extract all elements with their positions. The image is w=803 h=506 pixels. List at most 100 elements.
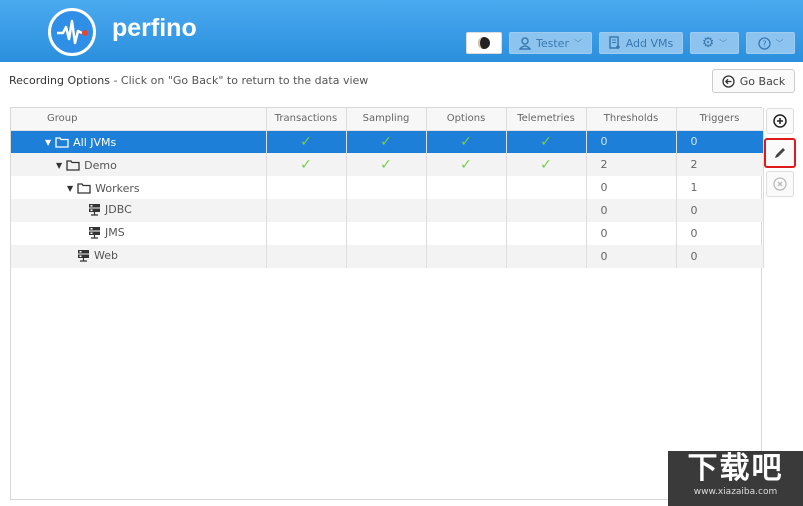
transactions-cell[interactable] <box>266 176 347 199</box>
perfino-logo-icon <box>48 8 96 56</box>
sampling-cell[interactable]: ✓ <box>346 153 427 176</box>
triggers-cell[interactable]: 0 <box>676 245 764 268</box>
table-row[interactable]: JDBC 0 0 <box>11 199 764 222</box>
options-cell[interactable]: ✓ <box>426 153 507 176</box>
group-cell[interactable]: ▼ All JVMs <box>11 130 267 153</box>
add-button[interactable] <box>766 108 794 134</box>
transactions-cell[interactable] <box>266 245 347 268</box>
sampling-cell[interactable]: ✓ <box>346 130 427 153</box>
user-name: Tester <box>536 36 569 50</box>
thresholds-cell[interactable]: 2 <box>586 153 677 176</box>
check-icon: ✓ <box>300 156 312 173</box>
telemetries-cell[interactable] <box>506 199 587 222</box>
expand-arrow-icon[interactable]: ▼ <box>45 138 51 147</box>
half-moon-icon <box>478 37 490 49</box>
column-header-thresholds[interactable]: Thresholds <box>586 108 677 131</box>
chevron-down-icon: ﹀ <box>719 38 728 48</box>
expand-arrow-icon[interactable]: ▼ <box>67 184 73 193</box>
telemetries-cell[interactable]: ✓ <box>506 130 587 153</box>
group-name: Demo <box>84 158 117 172</box>
group-cell[interactable]: JDBC <box>11 199 267 222</box>
add-document-icon <box>608 36 620 49</box>
thresholds-cell[interactable]: 0 <box>586 199 677 222</box>
column-header-group[interactable]: Group <box>11 108 267 131</box>
table-header-row: Group Transactions Sampling Options Tele… <box>11 108 764 131</box>
sampling-cell[interactable] <box>346 176 427 199</box>
delete-button[interactable] <box>766 171 794 197</box>
user-menu-button[interactable]: Tester ﹀ <box>509 32 592 54</box>
thresholds-cell[interactable]: 0 <box>586 222 677 245</box>
watermark: 下载吧 www.xiazaiba.com <box>668 451 803 506</box>
transactions-cell[interactable]: ✓ <box>266 153 347 176</box>
folder-icon <box>77 182 91 194</box>
thresholds-cell[interactable]: 0 <box>586 245 677 268</box>
sampling-cell[interactable] <box>346 245 427 268</box>
help-menu-button[interactable]: ? ﹀ <box>746 32 795 54</box>
sampling-cell[interactable] <box>346 222 427 245</box>
group-name: JDBC <box>105 202 132 216</box>
group-cell[interactable]: ▼ Demo <box>11 153 267 176</box>
table-row[interactable]: Web 0 0 <box>11 245 764 268</box>
page-hint: - Click on "Go Back" to return to the da… <box>109 74 369 87</box>
chevron-down-icon: ﹀ <box>573 38 582 48</box>
transactions-cell[interactable] <box>266 222 347 245</box>
add-vms-button[interactable]: Add VMs <box>599 32 683 54</box>
transactions-cell[interactable] <box>266 199 347 222</box>
column-header-telemetries[interactable]: Telemetries <box>506 108 587 131</box>
svg-text:?: ? <box>762 39 766 48</box>
triggers-cell[interactable]: 0 <box>676 130 764 153</box>
triggers-cell[interactable]: 0 <box>676 199 764 222</box>
edit-button[interactable] <box>764 138 796 168</box>
brand-name: perfino <box>112 14 197 42</box>
chevron-down-icon: ﹀ <box>775 38 784 48</box>
recording-options-table: Group Transactions Sampling Options Tele… <box>10 107 764 500</box>
column-header-triggers[interactable]: Triggers <box>676 108 764 131</box>
go-back-label: Go Back <box>739 74 786 88</box>
group-cell[interactable]: JMS <box>11 222 267 245</box>
options-cell[interactable] <box>426 222 507 245</box>
options-cell[interactable] <box>426 199 507 222</box>
thresholds-cell[interactable]: 0 <box>586 176 677 199</box>
telemetries-cell[interactable] <box>506 245 587 268</box>
add-vms-label: Add VMs <box>625 36 674 50</box>
column-header-transactions[interactable]: Transactions <box>266 108 347 131</box>
column-header-options[interactable]: Options <box>426 108 507 131</box>
group-cell[interactable]: ▼ Workers <box>11 176 267 199</box>
check-icon: ✓ <box>540 133 552 150</box>
table-row[interactable]: ▼ Workers 0 1 <box>11 176 764 199</box>
folder-icon <box>55 137 69 148</box>
check-icon: ✓ <box>380 156 392 173</box>
triggers-cell[interactable]: 0 <box>676 222 764 245</box>
watermark-logo: 下载吧 <box>687 451 784 486</box>
telemetries-cell[interactable] <box>506 176 587 199</box>
thresholds-cell[interactable]: 0 <box>586 130 677 153</box>
options-cell[interactable]: ✓ <box>426 130 507 153</box>
check-icon: ✓ <box>380 133 392 150</box>
telemetries-cell[interactable]: ✓ <box>506 153 587 176</box>
table-row[interactable]: ▼ All JVMs ✓ ✓ ✓ ✓ 0 0 <box>11 130 764 153</box>
user-icon <box>519 36 532 50</box>
plus-circle-icon <box>773 114 787 128</box>
group-name: JMS <box>105 225 125 239</box>
expand-arrow-icon[interactable]: ▼ <box>56 161 62 170</box>
telemetries-cell[interactable] <box>506 222 587 245</box>
triggers-cell[interactable]: 2 <box>676 153 764 176</box>
group-name: All JVMs <box>73 135 117 149</box>
settings-menu-button[interactable]: ⚙ ﹀ <box>690 32 739 54</box>
triggers-cell[interactable]: 1 <box>676 176 764 199</box>
sampling-cell[interactable] <box>346 199 427 222</box>
server-icon <box>78 249 89 262</box>
column-header-sampling[interactable]: Sampling <box>346 108 427 131</box>
theme-toggle-button[interactable] <box>466 32 502 54</box>
check-icon: ✓ <box>540 156 552 173</box>
transactions-cell[interactable]: ✓ <box>266 130 347 153</box>
options-cell[interactable] <box>426 245 507 268</box>
options-cell[interactable] <box>426 176 507 199</box>
group-cell[interactable]: Web <box>11 245 267 268</box>
table-row[interactable]: ▼ Demo ✓ ✓ ✓ ✓ 2 2 <box>11 153 764 176</box>
go-back-button[interactable]: Go Back <box>712 69 795 93</box>
table-row[interactable]: JMS 0 0 <box>11 222 764 245</box>
app-header: perfino Tester ﹀ Add VMs ⚙ ﹀ ? ﹀ <box>0 0 803 62</box>
watermark-url: www.xiazaiba.com <box>693 487 778 497</box>
page-subtitle: Recording Options - Click on "Go Back" t… <box>9 74 368 87</box>
